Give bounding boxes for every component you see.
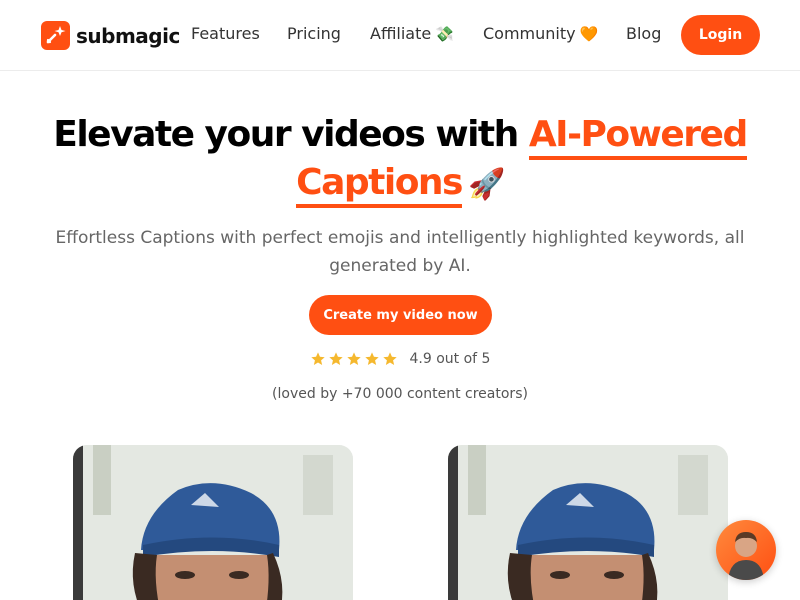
nav-link-community[interactable]: Community 🧡	[483, 24, 598, 43]
login-button[interactable]: Login	[681, 15, 760, 55]
nav-affiliate-label: Affiliate	[370, 24, 432, 43]
nav-link-pricing[interactable]: Pricing	[287, 24, 341, 43]
rating-stars	[310, 351, 400, 367]
chat-avatar-icon[interactable]	[716, 520, 776, 580]
submagic-logo-icon	[41, 21, 70, 50]
money-icon: 💸	[435, 25, 454, 43]
rating-row: 4.9 out of 5	[0, 351, 800, 367]
hero-title: Elevate your videos with AI-Powered Capt…	[0, 111, 800, 209]
star-icon	[310, 352, 325, 365]
video-preview-after[interactable]	[448, 445, 728, 600]
create-video-button[interactable]: Create my video now	[309, 295, 492, 335]
video-thumbnail-person	[448, 445, 728, 600]
nav-link-features[interactable]: Features	[191, 24, 260, 43]
star-icon	[328, 352, 343, 365]
star-icon	[364, 352, 379, 365]
hero-subtitle: Effortless Captions with perfect emojis …	[55, 228, 745, 276]
brand-name: submagic	[76, 23, 180, 48]
nav-link-blog[interactable]: Blog	[626, 24, 661, 43]
video-thumbnail-person	[73, 445, 353, 600]
hero-title-accent-1: AI-Powered	[528, 114, 748, 160]
nav-link-affiliate[interactable]: Affiliate 💸	[370, 24, 454, 43]
loved-by-text: (loved by +70 000 content creators)	[272, 386, 528, 402]
hero-title-accent-2: Captions	[296, 162, 463, 208]
star-icon	[346, 352, 361, 365]
star-icon	[382, 352, 397, 365]
orange-heart-icon: 🧡	[579, 25, 599, 43]
video-preview-before[interactable]	[73, 445, 353, 600]
nav-community-label: Community	[483, 24, 576, 43]
top-navbar: submagic Features Pricing Affiliate 💸 Com…	[0, 0, 800, 71]
rating-text: 4.9 out of 5	[409, 351, 491, 367]
rocket-icon: 🚀	[467, 167, 505, 202]
brand-logo-link[interactable]: submagic	[41, 21, 180, 50]
hero-title-text: Elevate your videos with	[53, 114, 519, 155]
